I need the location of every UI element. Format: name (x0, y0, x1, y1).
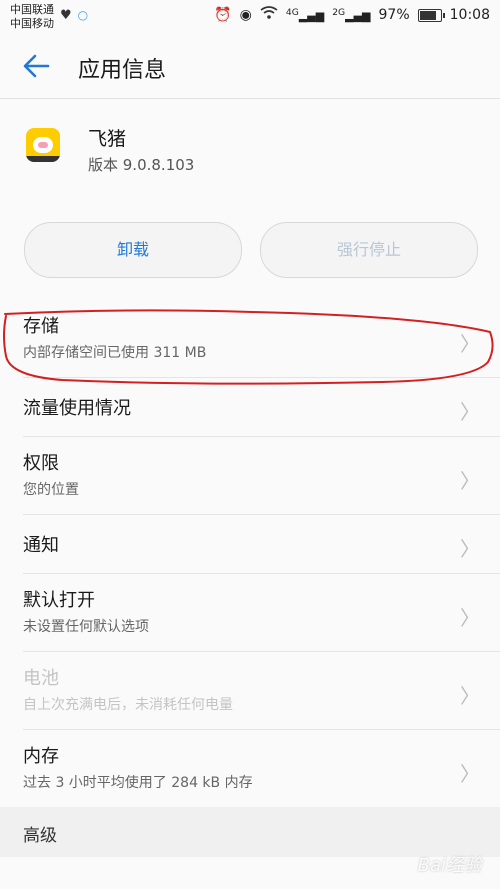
list-item-title: 通知 (23, 535, 59, 556)
icon-band (26, 156, 60, 162)
page-title: 应用信息 (78, 58, 167, 83)
carrier-2: 中国移动 (10, 17, 54, 30)
chevron-right-icon: 〉 (460, 468, 480, 493)
notification-icons: ♥ ○ (60, 8, 88, 23)
battery-icon (417, 8, 445, 22)
list-item-title: 权限 (23, 453, 59, 474)
chevron-right-icon: 〉 (460, 537, 480, 561)
app-icon (26, 128, 60, 162)
list-item-subtitle: 自上次充满电后，未消耗任何电量 (23, 697, 233, 713)
system-icons: ⏰ ◉ 4G▂▄▆ 2G▂▄▆ 97% 10:08 (214, 6, 490, 24)
uninstall-button[interactable]: 卸载 (24, 222, 242, 278)
list-item-data-usage[interactable]: 流量使用情况 〉 (23, 378, 500, 437)
section-header-advanced: 高级 (0, 807, 500, 857)
list-item-memory[interactable]: 内存 过去 3 小时平均使用了 284 kB 内存 〉 (23, 730, 500, 807)
chevron-right-icon: 〉 (460, 400, 480, 424)
chevron-right-icon: 〉 (460, 605, 480, 630)
highlight-annotation (3, 309, 494, 385)
list-item-subtitle: 过去 3 小时平均使用了 284 kB 内存 (23, 775, 253, 791)
back-arrow-icon (23, 54, 50, 78)
list-item-title: 内存 (23, 746, 59, 767)
list-item-title: 默认打开 (23, 590, 95, 611)
heart-rate-icon: ♥ (60, 8, 72, 23)
chevron-right-icon: 〉 (460, 761, 480, 786)
list-item-subtitle: 您的位置 (23, 482, 79, 498)
app-version: 版本 9.0.8.103 (88, 156, 195, 174)
carrier-info: 中国联通 中国移动 (10, 3, 54, 31)
app-header: 飞猪 版本 9.0.8.103 (0, 100, 500, 196)
eye-icon: ◉ (239, 7, 252, 23)
wifi-icon (260, 6, 278, 24)
alarm-icon: ⏰ (214, 7, 232, 23)
pig-snout-icon (38, 142, 48, 148)
force-stop-button[interactable]: 强行停止 (260, 222, 478, 278)
section-title: 高级 (23, 826, 57, 846)
app-name: 飞猪 (88, 128, 127, 150)
chevron-right-icon: 〉 (460, 683, 480, 708)
battery-percent: 97% (378, 7, 410, 23)
list-item-notifications[interactable]: 通知 〉 (23, 515, 500, 574)
sync-icon: ○ (77, 8, 89, 22)
list-item-open-by-default[interactable]: 默认打开 未设置任何默认选项 〉 (23, 574, 500, 652)
back-button[interactable] (18, 48, 54, 84)
list-item-subtitle: 未设置任何默认选项 (23, 619, 149, 635)
signal-1-icon: 4G▂▄▆ (285, 7, 325, 23)
app-bar: 应用信息 (0, 34, 500, 99)
watermark: Bai经验 (417, 855, 482, 876)
network-2-label: 2G (332, 7, 346, 19)
list-item-permissions[interactable]: 权限 您的位置 〉 (23, 437, 500, 515)
carrier-1: 中国联通 (10, 3, 54, 16)
list-item-battery[interactable]: 电池 自上次充满电后，未消耗任何电量 〉 (23, 652, 500, 730)
status-bar: 中国联通 中国移动 ♥ ○ ⏰ ◉ 4G▂▄▆ 2G▂▄▆ 97% 10:08 (0, 0, 500, 34)
clock: 10:08 (449, 7, 490, 23)
signal-2-icon: 2G▂▄▆ (332, 7, 371, 23)
network-1-label: 4G (285, 7, 299, 19)
list-item-title: 电池 (23, 668, 59, 689)
